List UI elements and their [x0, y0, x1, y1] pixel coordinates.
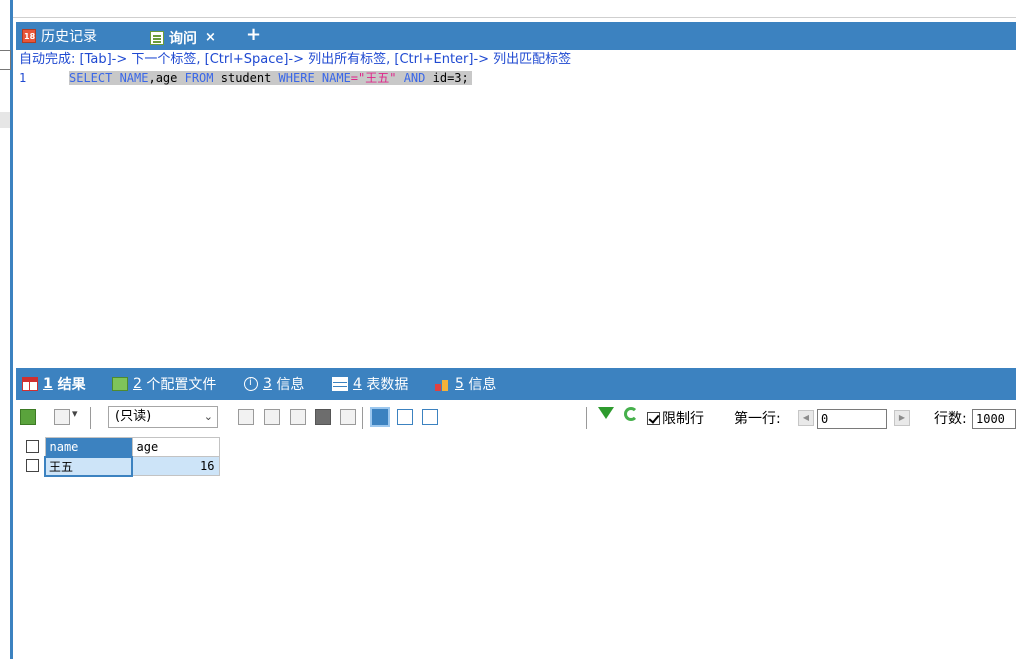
add-tab-button[interactable]: + — [246, 26, 261, 44]
sql-statement[interactable]: SELECT NAME,age FROM student WHERE NAME=… — [69, 71, 472, 85]
row-select-cell[interactable] — [23, 456, 45, 476]
cell-age[interactable]: 16 — [131, 456, 220, 476]
left-panel-edge — [0, 0, 13, 659]
tab-info-label: 信息 — [276, 377, 305, 393]
next-page-icon[interactable]: ▶ — [894, 410, 910, 426]
cancel-changes-icon[interactable] — [340, 409, 356, 425]
editor-line[interactable]: 1 SELECT NAME,age FROM student WHERE NAME… — [19, 70, 472, 86]
chevron-down-icon: ⌄ — [203, 410, 213, 423]
select-all-checkbox[interactable] — [26, 440, 39, 453]
tab-info[interactable]: 3 信息 — [244, 368, 304, 400]
tab-result-num: 1 — [43, 376, 53, 392]
result-grid: name age 王五 16 — [23, 437, 220, 477]
query-tab-bar: 历史记录 询问 × + — [16, 22, 1016, 50]
sql-token: student — [213, 71, 279, 85]
text-view-icon[interactable] — [422, 409, 438, 425]
tab-result[interactable]: 1 结果 — [22, 368, 86, 400]
tab-profile-num: 2 — [133, 376, 142, 392]
toolbar-divider — [362, 407, 363, 429]
tab-info-num: 3 — [263, 376, 272, 392]
sql-token: ="王五" — [350, 71, 397, 85]
limit-rows-checkbox[interactable]: 限制行 — [647, 408, 704, 428]
rows-count-label: 行数: — [934, 411, 967, 427]
select-all-cell[interactable] — [23, 437, 45, 457]
left-panel-marker-2 — [0, 112, 10, 128]
save-icon[interactable] — [290, 409, 306, 425]
tab-table-data-label: 表数据 — [366, 377, 409, 393]
toolbar-divider — [90, 407, 91, 429]
info-icon — [244, 377, 258, 391]
chevron-down-icon[interactable]: ▾ — [72, 407, 78, 420]
grid-view-icon[interactable] — [370, 407, 390, 427]
first-row-label: 第一行: — [734, 411, 781, 427]
tab-result-label: 结果 — [57, 377, 86, 393]
tab-table-data-num: 4 — [353, 376, 362, 392]
tab-query[interactable]: 询问 × — [144, 25, 222, 50]
top-border — [0, 0, 1016, 18]
tab-history[interactable]: 历史记录 — [22, 22, 97, 50]
sql-editor[interactable]: 自动完成: [Tab]-> 下一个标签, [Ctrl+Space]-> 列出所有… — [16, 50, 1016, 368]
column-header-age[interactable]: age — [131, 437, 220, 457]
refresh-icon[interactable] — [624, 407, 638, 421]
read-only-mode-select[interactable]: (只读) ⌄ — [108, 406, 218, 428]
result-tab-bar: 1 结果 2 个配置文件 3 信息 4 表数据 5 信息 — [16, 368, 1016, 400]
table-row[interactable]: 王五 16 — [23, 455, 220, 477]
sql-token: ,age — [148, 71, 185, 85]
delete-icon[interactable] — [315, 409, 331, 425]
tab-query-label: 询问 — [169, 30, 197, 47]
prev-page-icon[interactable]: ◀ — [798, 410, 814, 426]
chart-icon — [434, 377, 450, 391]
tab-profile[interactable]: 2 个配置文件 — [112, 368, 216, 400]
table-icon — [332, 377, 348, 391]
toolbar-divider — [586, 407, 587, 429]
limit-rows-check-icon[interactable] — [647, 411, 660, 425]
sql-token: WHERE NAME — [278, 71, 351, 85]
left-panel-marker — [0, 50, 11, 70]
tab-info-2-num: 5 — [455, 376, 464, 392]
filter-icon[interactable] — [598, 407, 614, 419]
sql-token: FROM — [184, 71, 214, 85]
tab-info-2[interactable]: 5 信息 — [434, 368, 496, 400]
mode-value: (只读) — [115, 409, 152, 424]
sql-token: SELECT NAME — [69, 71, 149, 85]
profile-icon — [112, 377, 128, 391]
autocomplete-hint: 自动完成: [Tab]-> 下一个标签, [Ctrl+Space]-> 列出所有… — [19, 52, 572, 67]
tab-info-2-label: 信息 — [468, 377, 497, 393]
result-toolbar: ▾ (只读) ⌄ 限制行 第一行: ◀ 0 ▶ 行数: 1000 — [16, 401, 1016, 435]
save-row-icon[interactable] — [238, 409, 254, 425]
limit-rows-label: 限制行 — [662, 411, 704, 427]
rows-count-input[interactable]: 1000 — [972, 409, 1016, 429]
query-icon — [150, 30, 164, 45]
row-checkbox[interactable] — [26, 459, 39, 472]
close-icon[interactable]: × — [205, 30, 216, 45]
calendar-icon — [22, 29, 36, 43]
result-grid-icon — [22, 377, 38, 391]
insert-row-icon[interactable] — [54, 409, 70, 425]
form-view-icon[interactable] — [397, 409, 413, 425]
add-row-icon[interactable] — [20, 409, 36, 425]
column-header-name[interactable]: name — [44, 437, 133, 457]
tab-history-label: 历史记录 — [41, 29, 97, 45]
tab-profile-label: 个配置文件 — [146, 377, 217, 393]
grid-header-row: name age — [23, 437, 220, 457]
sql-token: AND — [396, 71, 426, 85]
copy-row-icon[interactable] — [264, 409, 280, 425]
tab-table-data[interactable]: 4 表数据 — [332, 368, 408, 400]
line-number: 1 — [19, 71, 27, 85]
cell-name[interactable]: 王五 — [44, 455, 133, 477]
sql-token: id=3; — [425, 71, 469, 85]
first-row-input[interactable]: 0 — [817, 409, 887, 429]
